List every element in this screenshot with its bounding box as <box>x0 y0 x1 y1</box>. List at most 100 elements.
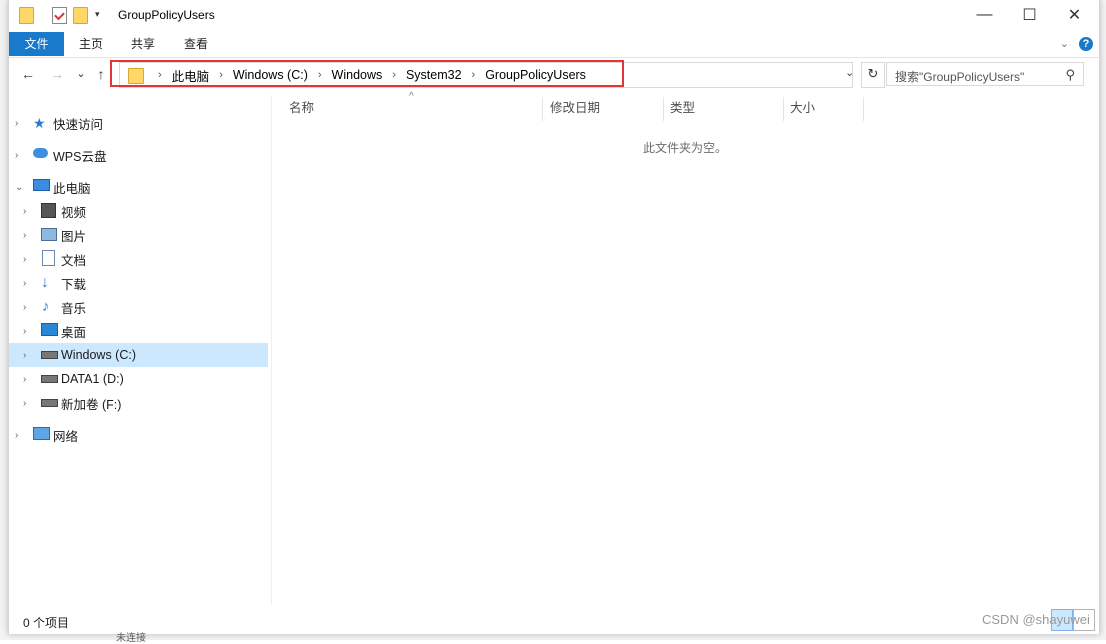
column-divider[interactable] <box>663 97 664 121</box>
sidebar-item-pictures[interactable]: › 图片 <box>9 223 268 247</box>
sidebar-item-label: 视频 <box>61 205 87 220</box>
sidebar-item-label: 桌面 <box>61 325 87 340</box>
expand-arrow-icon[interactable]: › <box>23 326 26 337</box>
sidebar-item-label: 下载 <box>61 277 87 292</box>
sidebar-item-this-pc[interactable]: ⌄ 此电脑 <box>9 175 268 199</box>
tab-file[interactable]: 文件 <box>9 32 64 56</box>
expand-arrow-icon[interactable]: › <box>15 150 18 161</box>
title-bar: ▾ GroupPolicyUsers — ☐ ✕ <box>9 0 1099 31</box>
sidebar-item-desktop[interactable]: › 桌面 <box>9 319 268 343</box>
sidebar-item-music[interactable]: › ♪ 音乐 <box>9 295 268 319</box>
expand-arrow-icon[interactable]: › <box>23 302 26 313</box>
recent-locations-icon[interactable]: ⌄ <box>73 66 89 82</box>
column-divider[interactable] <box>863 97 864 121</box>
drive-icon <box>41 351 58 359</box>
column-header-name[interactable]: 名称 <box>289 95 314 122</box>
breadcrumb: › 此电脑 › Windows (C:) › Windows › System3… <box>148 63 586 87</box>
up-button[interactable]: ↑ <box>93 66 109 82</box>
network-icon <box>33 427 50 440</box>
breadcrumb-grouppolicyusers[interactable]: GroupPolicyUsers <box>485 68 586 82</box>
pane-divider[interactable] <box>271 95 272 605</box>
expand-arrow-icon[interactable]: › <box>23 230 26 241</box>
ribbon-tabs: 文件 主页 共享 查看 ⌄ ? <box>9 31 1099 58</box>
search-input[interactable]: 搜索"GroupPolicyUsers" ⚲ <box>886 62 1084 86</box>
column-header-type[interactable]: 类型 <box>670 95 695 122</box>
expand-arrow-icon[interactable]: › <box>23 350 26 361</box>
properties-icon[interactable] <box>52 7 67 24</box>
tab-home[interactable]: 主页 <box>65 32 117 56</box>
music-icon: ♪ <box>42 298 50 315</box>
sidebar-item-label: 图片 <box>61 229 87 244</box>
breadcrumb-windows[interactable]: Windows <box>332 68 383 82</box>
column-header-date-modified[interactable]: 修改日期 <box>550 95 600 122</box>
minimize-button[interactable]: — <box>962 0 1007 30</box>
background-status-text: 未连接 <box>116 633 146 644</box>
column-header-size[interactable]: 大小 <box>790 95 815 122</box>
sidebar-item-label: 此电脑 <box>53 181 91 196</box>
sidebar-item-label: 音乐 <box>61 301 87 316</box>
sidebar-item-wps-cloud[interactable]: › WPS云盘 <box>9 143 268 167</box>
navigation-pane: › ★ 快速访问 › WPS云盘 ⌄ 此电脑 › 视频 › 图片 › 文档 › … <box>9 95 271 605</box>
breadcrumb-windows-c[interactable]: Windows (C:) <box>233 68 308 82</box>
column-divider[interactable] <box>783 97 784 121</box>
back-button[interactable]: ← <box>20 66 36 82</box>
tab-view[interactable]: 查看 <box>170 32 222 56</box>
item-count: 0 个项目 <box>23 616 70 630</box>
expand-arrow-icon[interactable]: › <box>23 278 26 289</box>
status-bar: 0 个项目 <box>9 610 1099 634</box>
breadcrumb-this-pc[interactable]: 此电脑 <box>172 66 210 85</box>
refresh-button[interactable]: ↻ <box>861 62 885 88</box>
expand-arrow-icon[interactable]: › <box>23 206 26 217</box>
desktop-icon <box>41 323 58 336</box>
sidebar-item-new-volume-f[interactable]: › 新加卷 (F:) <box>9 391 268 415</box>
folder-icon <box>19 7 34 24</box>
computer-icon <box>33 179 50 191</box>
sidebar-item-documents[interactable]: › 文档 <box>9 247 268 271</box>
breadcrumb-separator-icon[interactable]: › <box>472 69 476 81</box>
background-left-strip <box>0 0 8 640</box>
expand-arrow-icon[interactable]: › <box>23 398 26 409</box>
empty-folder-message: 此文件夹为空。 <box>643 141 728 155</box>
breadcrumb-separator-icon[interactable]: › <box>219 69 223 81</box>
background-bottom-strip <box>0 634 1106 640</box>
breadcrumb-separator-icon[interactable]: › <box>158 69 162 81</box>
explorer-window: ▾ GroupPolicyUsers — ☐ ✕ 文件 主页 共享 查看 ⌄ ?… <box>8 0 1100 634</box>
breadcrumb-system32[interactable]: System32 <box>406 68 462 82</box>
sidebar-item-network[interactable]: › 网络 <box>9 423 268 447</box>
sort-ascending-icon: ^ <box>409 91 414 102</box>
help-icon[interactable]: ? <box>1079 37 1093 51</box>
expand-arrow-icon[interactable]: › <box>15 430 18 441</box>
address-folder-icon <box>128 68 144 84</box>
new-folder-icon[interactable] <box>73 7 88 24</box>
cloud-icon <box>33 148 48 158</box>
expand-arrow-icon[interactable]: › <box>23 374 26 385</box>
tab-share[interactable]: 共享 <box>117 32 169 56</box>
quick-access-dropdown-icon[interactable]: ▾ <box>95 9 100 20</box>
sidebar-item-label: 快速访问 <box>53 117 104 132</box>
address-dropdown-icon[interactable]: ⌄ <box>845 66 854 79</box>
search-icon: ⚲ <box>1065 67 1075 82</box>
close-button[interactable]: ✕ <box>1052 0 1097 30</box>
address-bar[interactable]: › 此电脑 › Windows (C:) › Windows › System3… <box>119 62 853 88</box>
forward-button[interactable]: → <box>49 66 65 82</box>
sidebar-item-label: 网络 <box>53 429 79 444</box>
sidebar-item-data1-d[interactable]: › DATA1 (D:) <box>9 367 268 391</box>
sidebar-item-label: 新加卷 (F:) <box>61 397 122 412</box>
expand-arrow-icon[interactable]: › <box>23 254 26 265</box>
sidebar-item-videos[interactable]: › 视频 <box>9 199 268 223</box>
breadcrumb-separator-icon[interactable]: › <box>392 69 396 81</box>
collapse-arrow-icon[interactable]: ⌄ <box>15 182 23 193</box>
download-icon: ↓ <box>41 274 49 291</box>
expand-ribbon-icon[interactable]: ⌄ <box>1060 37 1069 50</box>
breadcrumb-separator-icon[interactable]: › <box>318 69 322 81</box>
sidebar-item-downloads[interactable]: › ↓ 下载 <box>9 271 268 295</box>
star-icon: ★ <box>33 115 46 131</box>
drive-icon <box>41 399 58 407</box>
maximize-button[interactable]: ☐ <box>1007 0 1052 30</box>
search-placeholder: 搜索"GroupPolicyUsers" <box>895 70 1025 84</box>
expand-arrow-icon[interactable]: › <box>15 118 18 129</box>
sidebar-item-quick-access[interactable]: › ★ 快速访问 <box>9 111 268 135</box>
sidebar-item-windows-c[interactable]: › Windows (C:) <box>9 343 268 367</box>
picture-icon <box>41 228 57 241</box>
column-divider[interactable] <box>542 97 543 121</box>
